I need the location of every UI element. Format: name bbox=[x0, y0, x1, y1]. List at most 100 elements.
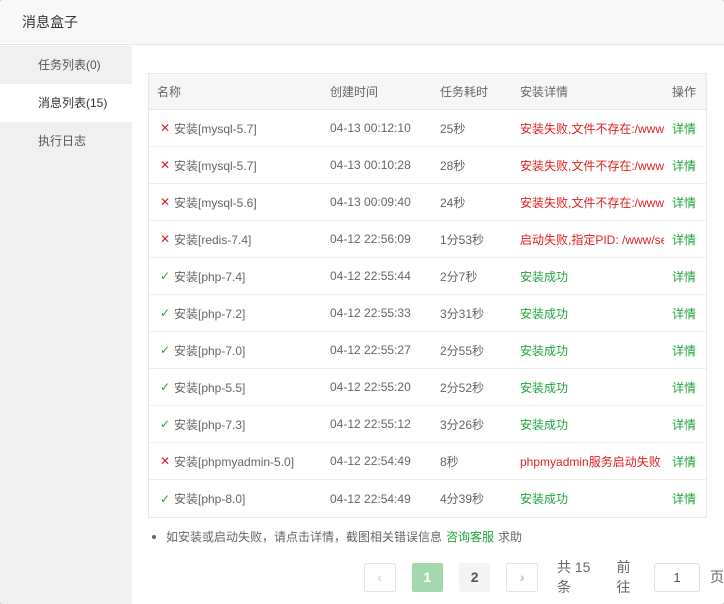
task-name: 安装[php-7.0] bbox=[174, 343, 246, 358]
task-name-cell: ✕ 安装[mysql-5.7] bbox=[149, 157, 322, 174]
task-duration: 28秒 bbox=[440, 158, 466, 173]
created-time: 04-12 22:55:12 bbox=[330, 417, 411, 431]
sidebar-item-exec-log[interactable]: 执行日志 bbox=[0, 122, 132, 160]
header-action: 操作 bbox=[672, 85, 697, 99]
sidebar: 任务列表(0) 消息列表(15) 执行日志 bbox=[0, 46, 132, 604]
task-duration: 2分52秒 bbox=[440, 380, 485, 395]
detail-link[interactable]: 详情 bbox=[664, 305, 706, 322]
table-row: ✓ 安装[php-7.4] 04-12 22:55:44 2分7秒 安装成功 详情 bbox=[149, 258, 706, 295]
install-detail: 安装成功 bbox=[520, 306, 569, 321]
check-icon: ✓ bbox=[159, 269, 171, 283]
note-suffix: 求助 bbox=[498, 530, 523, 544]
header-created-time: 创建时间 bbox=[330, 85, 379, 99]
table-row: ✕ 安装[phpmyadmin-5.0] 04-12 22:54:49 8秒 phpmy… bbox=[149, 443, 706, 480]
next-page-button[interactable]: › bbox=[506, 562, 538, 592]
page-button-1[interactable]: 1 bbox=[411, 562, 443, 592]
detail-link[interactable]: 详情 bbox=[664, 379, 706, 396]
cross-icon: ✕ bbox=[159, 454, 171, 468]
install-detail: 安装成功 bbox=[520, 343, 569, 358]
table-row: ✓ 安装[php-7.3] 04-12 22:55:12 3分26秒 安装成功 详情 bbox=[149, 406, 706, 443]
task-name: 安装[php-5.5] bbox=[174, 380, 246, 395]
task-name-cell: ✕ 安装[mysql-5.7] bbox=[149, 120, 322, 137]
goto-suffix: 页 bbox=[709, 569, 724, 585]
task-duration: 25秒 bbox=[440, 121, 466, 136]
install-detail: 启动失败,指定PID: /www/server/redis/redis.pid bbox=[520, 232, 664, 247]
detail-link[interactable]: 详情 bbox=[664, 453, 706, 470]
task-name: 安装[php-7.3] bbox=[174, 417, 246, 432]
install-detail: phpmyadmin服务启动失败 bbox=[520, 454, 661, 469]
detail-link[interactable]: 详情 bbox=[664, 120, 706, 137]
table-header: 名称 创建时间 任务耗时 安装详情 操作 bbox=[149, 74, 706, 110]
task-name: 安装[php-7.4] bbox=[174, 269, 246, 284]
note-text: 如安装或启动失败，请点击详情，截图相关错误信息 bbox=[166, 530, 443, 544]
task-name: 安装[redis-7.4] bbox=[174, 232, 252, 247]
install-detail: 安装失败,文件不存在:/www/server/panel/install/mys… bbox=[520, 121, 664, 136]
created-time: 04-12 22:55:20 bbox=[330, 380, 411, 394]
created-time: 04-13 00:10:28 bbox=[330, 158, 411, 172]
created-time: 04-13 00:09:40 bbox=[330, 195, 411, 209]
message-box-dialog: 消息盒子 任务列表(0) 消息列表(15) 执行日志 名称 创建时间 任务耗时 … bbox=[0, 0, 724, 604]
detail-link[interactable]: 详情 bbox=[664, 157, 706, 174]
created-time: 04-12 22:54:49 bbox=[330, 454, 411, 468]
task-name: 安装[mysql-5.7] bbox=[174, 121, 257, 136]
table-row: ✓ 安装[php-8.0] 04-12 22:54:49 4分39秒 安装成功 详情 bbox=[149, 480, 706, 517]
task-name: 安装[mysql-5.7] bbox=[174, 158, 257, 173]
task-duration: 1分53秒 bbox=[440, 232, 485, 247]
detail-link[interactable]: 详情 bbox=[664, 231, 706, 248]
task-name-cell: ✓ 安装[php-5.5] bbox=[149, 379, 322, 396]
install-detail: 安装成功 bbox=[520, 492, 569, 506]
install-detail: 安装失败,文件不存在:/www/server/panel/install/mys… bbox=[520, 195, 664, 210]
task-name-cell: ✕ 安装[phpmyadmin-5.0] bbox=[149, 453, 322, 470]
header-name: 名称 bbox=[157, 85, 182, 99]
header-duration: 任务耗时 bbox=[440, 85, 489, 99]
created-time: 04-13 00:12:10 bbox=[330, 121, 411, 135]
task-name-cell: ✓ 安装[php-8.0] bbox=[149, 490, 322, 507]
table-row: ✕ 安装[redis-7.4] 04-12 22:56:09 1分53秒 启动失败,指定… bbox=[149, 221, 706, 258]
install-detail: 安装失败,文件不存在:/www/server/panel/install/mys… bbox=[520, 158, 664, 173]
prev-page-button[interactable]: ‹ bbox=[364, 562, 396, 592]
cross-icon: ✕ bbox=[159, 195, 171, 209]
task-name-cell: ✓ 安装[php-7.4] bbox=[149, 268, 322, 285]
task-name: 安装[php-8.0] bbox=[174, 492, 246, 506]
task-name-cell: ✕ 安装[redis-7.4] bbox=[149, 231, 322, 248]
table-row: ✕ 安装[mysql-5.7] 04-13 00:12:10 25秒 安装失败,文件不存… bbox=[149, 110, 706, 147]
sidebar-item-task-list[interactable]: 任务列表(0) bbox=[0, 46, 132, 84]
task-duration: 4分39秒 bbox=[440, 492, 485, 506]
main-panel: 名称 创建时间 任务耗时 安装详情 操作 ✕ 安装[mysql-5.7] 04-13… bbox=[132, 46, 724, 604]
detail-link[interactable]: 详情 bbox=[664, 416, 706, 433]
detail-link[interactable]: 详情 bbox=[664, 490, 706, 507]
check-icon: ✓ bbox=[159, 343, 171, 357]
goto-page-input[interactable] bbox=[653, 562, 700, 592]
table-row: ✓ 安装[php-7.0] 04-12 22:55:27 2分55秒 安装成功 详情 bbox=[149, 332, 706, 369]
task-name: 安装[php-7.2] bbox=[174, 306, 246, 321]
created-time: 04-12 22:56:09 bbox=[330, 232, 411, 246]
task-name-cell: ✓ 安装[php-7.0] bbox=[149, 342, 322, 359]
detail-link[interactable]: 详情 bbox=[664, 342, 706, 359]
task-duration: 2分7秒 bbox=[440, 269, 478, 284]
task-duration: 2分55秒 bbox=[440, 343, 485, 358]
page-button-2[interactable]: 2 bbox=[458, 562, 491, 592]
table-row: ✕ 安装[mysql-5.6] 04-13 00:09:40 24秒 安装失败,文件不存… bbox=[149, 184, 706, 221]
created-time: 04-12 22:55:27 bbox=[330, 343, 411, 357]
table-row: ✕ 安装[mysql-5.7] 04-13 00:10:28 28秒 安装失败,文件不存… bbox=[149, 147, 706, 184]
goto-label: 前往 bbox=[616, 559, 631, 595]
check-icon: ✓ bbox=[159, 491, 171, 506]
total-count: 共 15 条 bbox=[556, 559, 591, 595]
check-icon: ✓ bbox=[159, 306, 171, 320]
cross-icon: ✕ bbox=[159, 121, 171, 135]
created-time: 04-12 22:55:44 bbox=[330, 269, 411, 283]
dialog-title: 消息盒子 bbox=[0, 0, 724, 45]
help-note: 如安装或启动失败，请点击详情，截图相关错误信息 咨询客服 求助 bbox=[152, 528, 522, 545]
table-row: ✓ 安装[php-7.2] 04-12 22:55:33 3分31秒 安装成功 详情 bbox=[149, 295, 706, 332]
cross-icon: ✕ bbox=[159, 158, 171, 172]
detail-link[interactable]: 详情 bbox=[664, 194, 706, 211]
cross-icon: ✕ bbox=[159, 232, 171, 246]
detail-link[interactable]: 详情 bbox=[664, 268, 706, 285]
install-detail: 安装成功 bbox=[520, 417, 569, 432]
task-name-cell: ✓ 安装[php-7.3] bbox=[149, 416, 322, 433]
task-duration: 24秒 bbox=[440, 195, 466, 210]
task-name-cell: ✕ 安装[mysql-5.6] bbox=[149, 194, 322, 211]
pagination: ‹ 1 2 › 共 15 条 前往 页 bbox=[364, 557, 724, 597]
contact-support-link[interactable]: 咨询客服 bbox=[446, 528, 494, 545]
sidebar-item-message-list[interactable]: 消息列表(15) bbox=[0, 84, 132, 122]
